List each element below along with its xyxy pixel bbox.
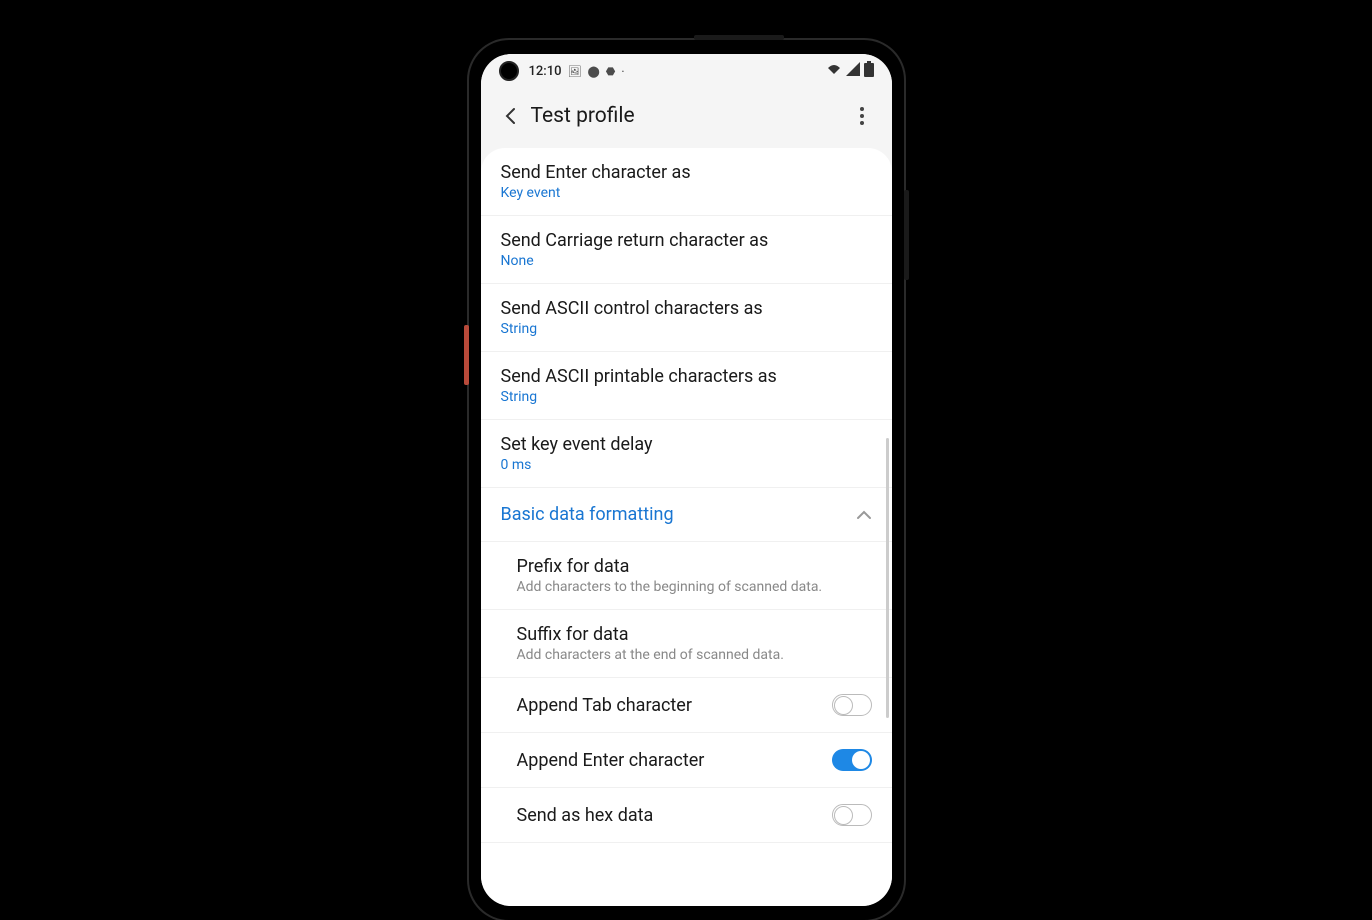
setting-title: Send Carriage return character as: [501, 230, 872, 251]
content-area: Send Enter character as Key event Send C…: [481, 148, 892, 906]
status-left: 12:10 🖼 ⬤ ⬣ ·: [529, 64, 625, 79]
page-title: Test profile: [531, 104, 846, 128]
toggle-label: Append Tab character: [517, 695, 692, 716]
back-button[interactable]: [495, 100, 527, 132]
image-icon: 🖼: [567, 65, 581, 78]
section-title: Basic data formatting: [501, 504, 674, 525]
toggle-append-enter[interactable]: Append Enter character: [481, 733, 892, 788]
setting-title: Suffix for data: [517, 624, 872, 645]
more-options-button[interactable]: [846, 100, 878, 132]
setting-value: 0 ms: [501, 457, 872, 473]
setting-ascii-control[interactable]: Send ASCII control characters as String: [481, 284, 892, 352]
setting-prefix-data[interactable]: Prefix for data Add characters to the be…: [481, 542, 892, 610]
setting-ascii-printable[interactable]: Send ASCII printable characters as Strin…: [481, 352, 892, 420]
setting-value: Key event: [501, 185, 872, 201]
more-notifications-dot: ·: [621, 65, 624, 78]
toggle-send-hex[interactable]: Send as hex data: [481, 788, 892, 843]
signal-icon: [846, 62, 860, 80]
wifi-icon: [826, 62, 842, 80]
toggle-switch[interactable]: [832, 749, 872, 771]
toggle-switch[interactable]: [832, 804, 872, 826]
setting-value: None: [501, 253, 872, 269]
volume-button: [904, 190, 909, 280]
setting-title: Send ASCII control characters as: [501, 298, 872, 319]
more-vertical-icon: [860, 107, 864, 125]
camera-hole: [499, 61, 519, 81]
screen: 12:10 🖼 ⬤ ⬣ · Test: [481, 54, 892, 906]
setting-value: String: [501, 389, 872, 405]
toggle-switch[interactable]: [832, 694, 872, 716]
setting-title: Send Enter character as: [501, 162, 872, 183]
shield-icon: ⬣: [606, 65, 616, 78]
status-right: [826, 61, 874, 81]
toggle-label: Send as hex data: [517, 805, 654, 826]
scroll-area[interactable]: Send Enter character as Key event Send C…: [481, 148, 892, 906]
status-bar: 12:10 🖼 ⬤ ⬣ ·: [481, 54, 892, 88]
setting-desc: Add characters to the beginning of scann…: [517, 579, 872, 595]
setting-title: Send ASCII printable characters as: [501, 366, 872, 387]
section-basic-data-formatting[interactable]: Basic data formatting: [481, 488, 892, 542]
setting-desc: Add characters at the end of scanned dat…: [517, 647, 872, 663]
setting-send-enter[interactable]: Send Enter character as Key event: [481, 148, 892, 216]
setting-title: Set key event delay: [501, 434, 872, 455]
setting-suffix-data[interactable]: Suffix for data Add characters at the en…: [481, 610, 892, 678]
side-key: [464, 325, 469, 385]
chevron-up-icon: [856, 505, 872, 524]
setting-value: String: [501, 321, 872, 337]
location-icon: ⬤: [587, 65, 599, 78]
scroll-indicator: [886, 438, 889, 718]
setting-title: Prefix for data: [517, 556, 872, 577]
setting-carriage-return[interactable]: Send Carriage return character as None: [481, 216, 892, 284]
battery-icon: [864, 61, 874, 81]
phone-frame: 12:10 🖼 ⬤ ⬣ · Test: [469, 40, 904, 920]
setting-key-event-delay[interactable]: Set key event delay 0 ms: [481, 420, 892, 488]
toggle-append-tab[interactable]: Append Tab character: [481, 678, 892, 733]
app-bar: Test profile: [481, 88, 892, 144]
power-button: [694, 35, 784, 40]
toggle-label: Append Enter character: [517, 750, 705, 771]
status-time: 12:10: [529, 64, 562, 79]
